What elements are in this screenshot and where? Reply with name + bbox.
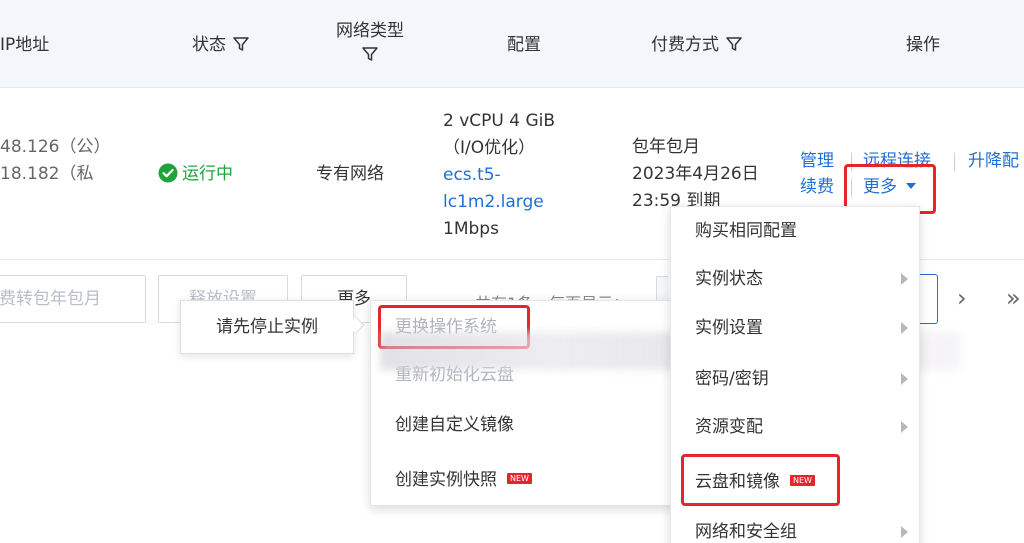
chevron-right-icon (901, 373, 908, 385)
filter-icon[interactable] (361, 45, 379, 63)
column-header-status[interactable]: 状态 (192, 30, 250, 55)
column-header-network[interactable]: 网络类型 (330, 16, 410, 65)
column-header-billing[interactable]: 付费方式 (651, 30, 743, 55)
menu-item-password-key[interactable]: 密码/密钥 (671, 355, 919, 403)
column-header-config: 配置 (507, 35, 541, 55)
menu-item-label: 实例状态 (695, 269, 763, 289)
menu-item-label: 资源变配 (695, 417, 763, 437)
stop-instance-tooltip: 请先停止实例 (180, 300, 354, 354)
menu-item-instance-settings[interactable]: 实例设置 (671, 304, 919, 352)
status-text: 运行中 (182, 164, 233, 184)
column-header-actions: 操作 (906, 35, 940, 55)
config-spec: 2 vCPU 4 GiB (443, 111, 556, 131)
tooltip-text: 请先停止实例 (216, 317, 318, 337)
convert-billing-button[interactable]: 费转包年包月 (0, 275, 146, 323)
chevron-right-icon (901, 421, 908, 433)
menu-item-create-image[interactable]: 创建自定义镜像 (371, 401, 675, 449)
column-header-network-label: 网络类型 (336, 21, 404, 41)
last-page-button[interactable]: » (1006, 284, 1021, 312)
renew-link[interactable]: 续费 (800, 174, 834, 201)
menu-item-label: 密码/密钥 (695, 369, 769, 389)
menu-item-network-security[interactable]: 网络和安全组 (671, 508, 919, 543)
menu-item-label: 购买相同配置 (695, 221, 797, 241)
filter-icon[interactable] (725, 35, 743, 53)
column-header-status-label: 状态 (192, 35, 226, 55)
column-header-billing-label: 付费方式 (651, 35, 719, 55)
check-circle-icon (158, 163, 178, 183)
menu-item-resource-change[interactable]: 资源变配 (671, 403, 919, 451)
next-page-button[interactable]: › (957, 284, 967, 312)
menu-item-instance-status[interactable]: 实例状态 (671, 255, 919, 303)
config-io: （I/O优化） (443, 138, 536, 158)
new-badge: NEW (507, 473, 532, 484)
table-header: IP地址 状态 网络类型 配置 付费方式 操作 (0, 0, 1024, 88)
page-input[interactable] (918, 274, 938, 324)
ip-private: 18.182（私 (0, 164, 94, 184)
filter-icon[interactable] (232, 35, 250, 53)
menu-item-label: 创建自定义镜像 (395, 415, 514, 435)
bandwidth: 1Mbps (443, 219, 499, 239)
upgrade-link[interactable]: 升降配 (968, 148, 1019, 175)
network-type: 专有网络 (316, 164, 384, 184)
menu-item-label: 网络和安全组 (695, 522, 797, 542)
ip-public: 48.126（公） (0, 137, 111, 157)
expire-date: 2023年4月26日 (632, 164, 759, 184)
divider (954, 153, 955, 171)
chevron-right-icon (901, 273, 908, 285)
menu-item-label: 实例设置 (695, 318, 763, 338)
instance-type-link-cont[interactable]: lc1m2.large (443, 189, 544, 216)
instance-type-link[interactable]: ecs.t5- (443, 162, 501, 189)
status-badge: 运行中 (158, 161, 233, 188)
billing-type: 包年包月 (632, 137, 700, 157)
manage-link[interactable]: 管理 (800, 148, 834, 175)
menu-item-buy-same[interactable]: 购买相同配置 (671, 207, 919, 255)
chevron-right-icon (901, 322, 908, 334)
convert-billing-label: 费转包年包月 (0, 289, 101, 309)
column-header-ip: IP地址 (0, 35, 50, 55)
menu-item-label: 创建实例快照 (395, 470, 497, 490)
chevron-right-icon (901, 526, 908, 538)
highlight-box (681, 454, 840, 506)
menu-item-create-snapshot[interactable]: 创建实例快照 NEW (371, 456, 675, 504)
